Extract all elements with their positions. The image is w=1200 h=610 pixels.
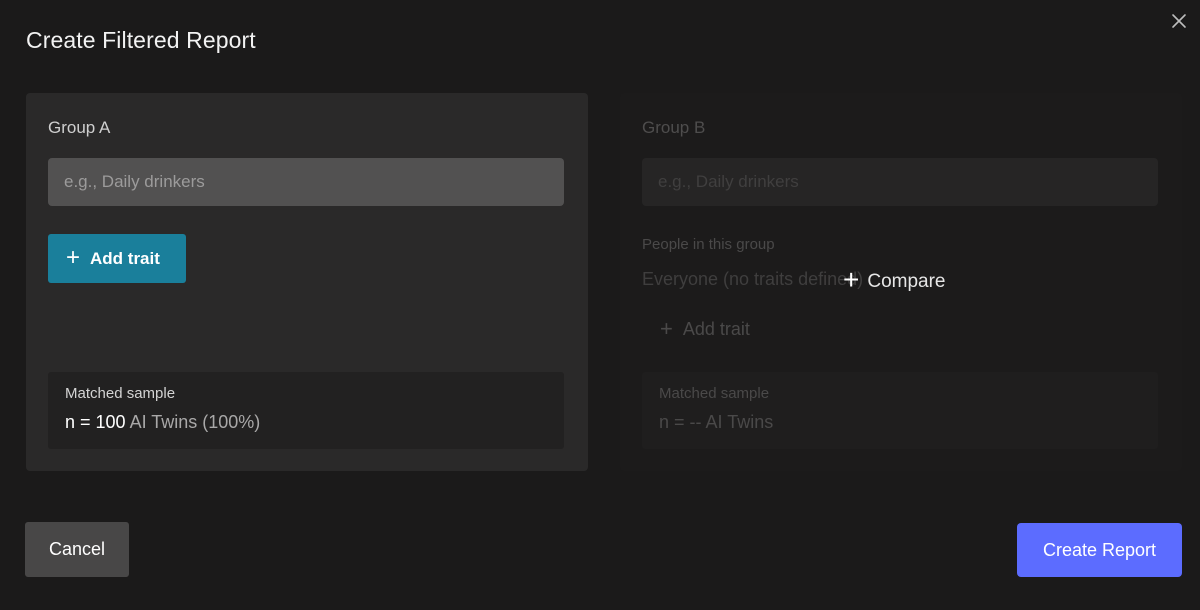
plus-icon: + <box>66 243 81 271</box>
group-b-label: Group B <box>642 118 706 137</box>
close-button[interactable] <box>1170 12 1188 30</box>
group-a-label: Group A <box>48 118 111 137</box>
create-filtered-report-dialog: Create Filtered Report Group A + Add tra… <box>0 0 1200 610</box>
dialog-title: Create Filtered Report <box>26 27 256 53</box>
add-trait-label: Add trait <box>90 248 160 268</box>
matched-sample-value: n = -- AI Twins <box>659 412 774 432</box>
group-b-name-input <box>642 158 1158 206</box>
compare-label: Compare <box>867 270 946 292</box>
people-in-group-label: People in this group <box>642 236 775 253</box>
add-trait-label: Add trait <box>682 319 750 339</box>
matched-sample-detail: AI Twins (100%) <box>129 412 261 432</box>
matched-sample-value: n = 100 AI Twins (100%) <box>65 412 547 433</box>
plus-icon: + <box>843 264 860 295</box>
group-a-panel: Group A + Add trait Matched sample n = 1… <box>26 93 588 471</box>
create-report-button[interactable]: Create Report <box>1017 523 1182 577</box>
people-in-group-value: Everyone (no traits defined) <box>642 269 864 289</box>
matched-sample-label: Matched sample <box>65 385 176 402</box>
cancel-button[interactable]: Cancel <box>25 522 129 577</box>
compare-button[interactable]: + Compare <box>843 264 946 295</box>
group-a-add-trait-button[interactable]: + Add trait <box>48 234 186 283</box>
group-b-matched-sample: Matched sample n = -- AI Twins <box>642 372 1158 449</box>
group-b-add-trait-button: + Add trait <box>660 315 750 341</box>
matched-sample-count: n = 100 <box>65 412 126 432</box>
matched-sample-label: Matched sample <box>659 385 770 402</box>
group-a-matched-sample: Matched sample n = 100 AI Twins (100%) <box>48 372 564 449</box>
close-icon <box>1170 12 1188 30</box>
plus-icon: + <box>660 315 673 341</box>
group-a-name-input[interactable] <box>48 158 564 206</box>
